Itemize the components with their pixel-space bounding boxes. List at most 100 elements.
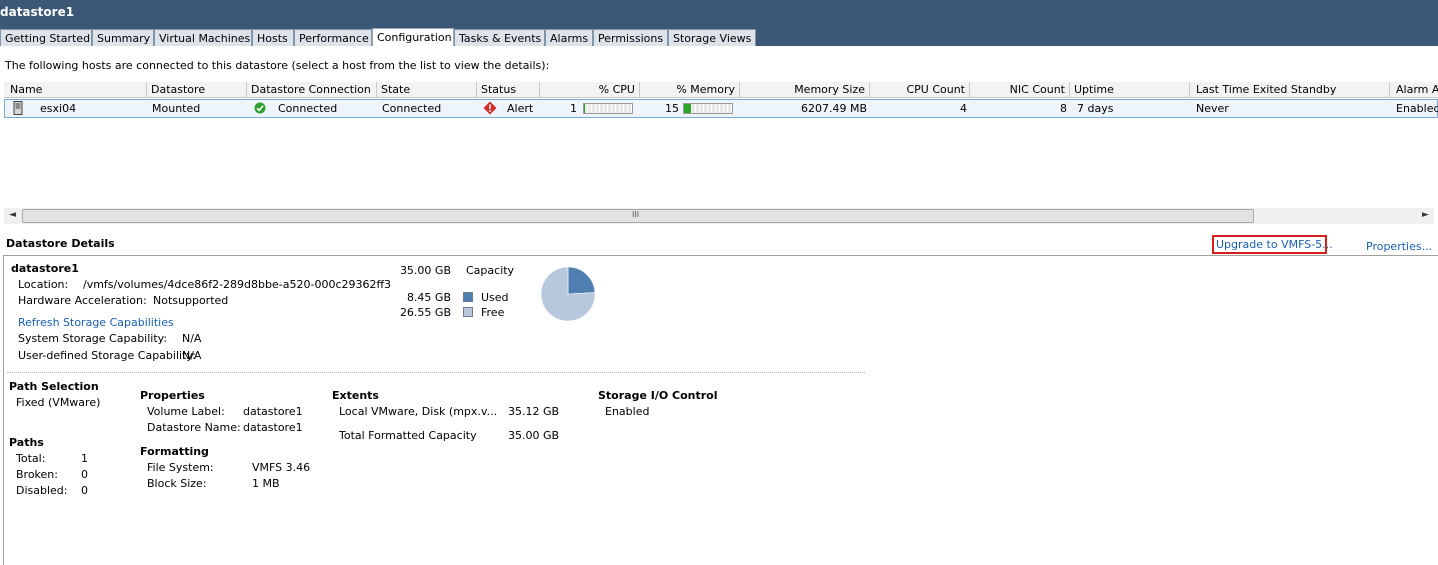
host-connection: Connected <box>278 102 338 115</box>
properties-title: Properties <box>140 389 205 402</box>
host-state: Connected <box>382 102 442 115</box>
refresh-storage-capabilities-link[interactable]: Refresh Storage Capabilities <box>18 316 174 329</box>
pie-slices <box>540 266 596 322</box>
host-status: Alert <box>507 102 534 115</box>
host-icon <box>13 101 23 115</box>
horizontal-scrollbar[interactable]: ◄ III ► <box>4 208 1434 224</box>
hw-accel-value: Notsupported <box>153 294 229 307</box>
path-selection-value: Fixed (VMware) <box>16 396 101 409</box>
datastore-name-value: datastore1 <box>243 421 303 434</box>
free-legend-swatch <box>463 307 473 317</box>
col-status[interactable]: Status <box>477 82 540 98</box>
col-name[interactable]: Name <box>4 82 147 98</box>
tab-performance[interactable]: Performance <box>294 29 372 46</box>
properties-link[interactable]: Properties... <box>1366 240 1432 253</box>
used-label: Used <box>481 291 509 304</box>
scrollbar-thumb[interactable]: III <box>22 209 1254 223</box>
col-cpu-count[interactable]: CPU Count <box>870 82 970 98</box>
system-capability-value: N/A <box>182 332 202 345</box>
host-cpu: 1 <box>570 102 577 115</box>
host-memory: 15 <box>665 102 679 115</box>
free-label: Free <box>481 306 505 319</box>
system-capability-label: System Storage Capability: <box>18 332 168 345</box>
tab-bar: Getting Started Summary Virtual Machines… <box>0 28 1438 46</box>
block-size-label: Block Size: <box>147 477 207 490</box>
tab-configuration[interactable]: Configuration <box>372 28 454 46</box>
volume-label-label: Volume Label: <box>147 405 225 418</box>
col-state[interactable]: State <box>377 82 477 98</box>
scrollbar-grip: III <box>632 210 640 219</box>
paths-disabled-value: 0 <box>81 484 88 497</box>
block-size-value: 1 MB <box>252 477 280 490</box>
table-row[interactable]: esxi04 Mounted Connected Connected Alert… <box>4 99 1438 118</box>
col-datastore[interactable]: Datastore <box>147 82 247 98</box>
tab-getting-started[interactable]: Getting Started <box>0 29 92 46</box>
tab-hosts[interactable]: Hosts <box>252 29 294 46</box>
col-last-standby[interactable]: Last Time Exited Standby <box>1190 82 1390 98</box>
title-bar: datastore1 <box>0 0 1438 28</box>
upgrade-vmfs5-link[interactable]: Upgrade to VMFS-5... <box>1212 235 1333 254</box>
formatting-title: Formatting <box>140 445 209 458</box>
col-datastore-connection[interactable]: Datastore Connection <box>247 82 377 98</box>
cpu-usage-bar <box>583 103 633 114</box>
paths-disabled-label: Disabled: <box>16 484 68 497</box>
col-memory-size[interactable]: Memory Size <box>740 82 870 98</box>
host-name: esxi04 <box>40 102 77 115</box>
hw-accel-label: Hardware Acceleration: <box>18 294 147 307</box>
window-title: datastore1 <box>0 5 75 19</box>
intro-text: The following hosts are connected to thi… <box>5 59 550 72</box>
tab-virtual-machines[interactable]: Virtual Machines <box>154 29 252 46</box>
capacity-used: 8.45 GB <box>406 291 451 304</box>
host-nic-count: 8 <box>1060 102 1067 115</box>
alert-icon <box>483 101 497 115</box>
user-capability-value: N/A <box>182 349 202 362</box>
sioc-title: Storage I/O Control <box>598 389 718 402</box>
tab-permissions[interactable]: Permissions <box>593 29 668 46</box>
check-icon <box>254 102 266 114</box>
col-uptime[interactable]: Uptime <box>1070 82 1190 98</box>
datastore-details-header: Datastore Details <box>6 237 115 250</box>
col-cpu[interactable]: % CPU <box>540 82 640 98</box>
tab-storage-views[interactable]: Storage Views <box>668 29 756 46</box>
paths-total-value: 1 <box>81 452 88 465</box>
total-formatted-label: Total Formatted Capacity <box>339 429 477 442</box>
used-legend-swatch <box>463 292 473 302</box>
host-datastore: Mounted <box>152 102 201 115</box>
paths-broken-value: 0 <box>81 468 88 481</box>
paths-broken-label: Broken: <box>16 468 58 481</box>
tab-alarms[interactable]: Alarms <box>545 29 593 46</box>
tab-tasks-events[interactable]: Tasks & Events <box>454 29 545 46</box>
user-capability-label: User-defined Storage Capability: <box>18 349 196 362</box>
capacity-free: 26.55 GB <box>399 306 451 319</box>
total-formatted-value: 35.00 GB <box>508 429 560 442</box>
capacity-pie-chart <box>540 266 596 322</box>
file-system-label: File System: <box>147 461 214 474</box>
capacity-label: Capacity <box>466 264 515 277</box>
host-memory-size: 6207.49 MB <box>800 102 867 115</box>
col-memory[interactable]: % Memory <box>640 82 740 98</box>
tab-summary[interactable]: Summary <box>92 29 154 46</box>
section-divider <box>7 372 865 373</box>
path-selection-title: Path Selection <box>9 380 99 393</box>
extent-disk-label: Local VMware, Disk (mpx.v... <box>339 405 498 418</box>
paths-total-label: Total: <box>16 452 46 465</box>
host-last-standby: Never <box>1196 102 1229 115</box>
scroll-right-icon[interactable]: ► <box>1422 210 1429 220</box>
location-label: Location: <box>18 278 69 291</box>
datastore-details-panel: datastore1 Location: /vmfs/volumes/4dce8… <box>3 255 1438 565</box>
memory-usage-bar <box>683 103 733 114</box>
datastore-name-label: Datastore Name: <box>147 421 241 434</box>
file-system-value: VMFS 3.46 <box>252 461 311 474</box>
hosts-table: Name Datastore Datastore Connection Stat… <box>4 82 1438 222</box>
capacity-total: 35.00 GB <box>399 264 451 277</box>
extent-disk-size: 35.12 GB <box>508 405 560 418</box>
col-nic-count[interactable]: NIC Count <box>970 82 1070 98</box>
memory-usage-fill <box>684 104 692 113</box>
host-uptime: 7 days <box>1077 102 1114 115</box>
col-alarm[interactable]: Alarm A <box>1390 82 1438 98</box>
scroll-left-icon[interactable]: ◄ <box>9 210 16 220</box>
datastore-name: datastore1 <box>11 262 79 275</box>
volume-label-value: datastore1 <box>243 405 303 418</box>
pie-slice-used <box>567 266 596 295</box>
paths-title: Paths <box>9 436 44 449</box>
